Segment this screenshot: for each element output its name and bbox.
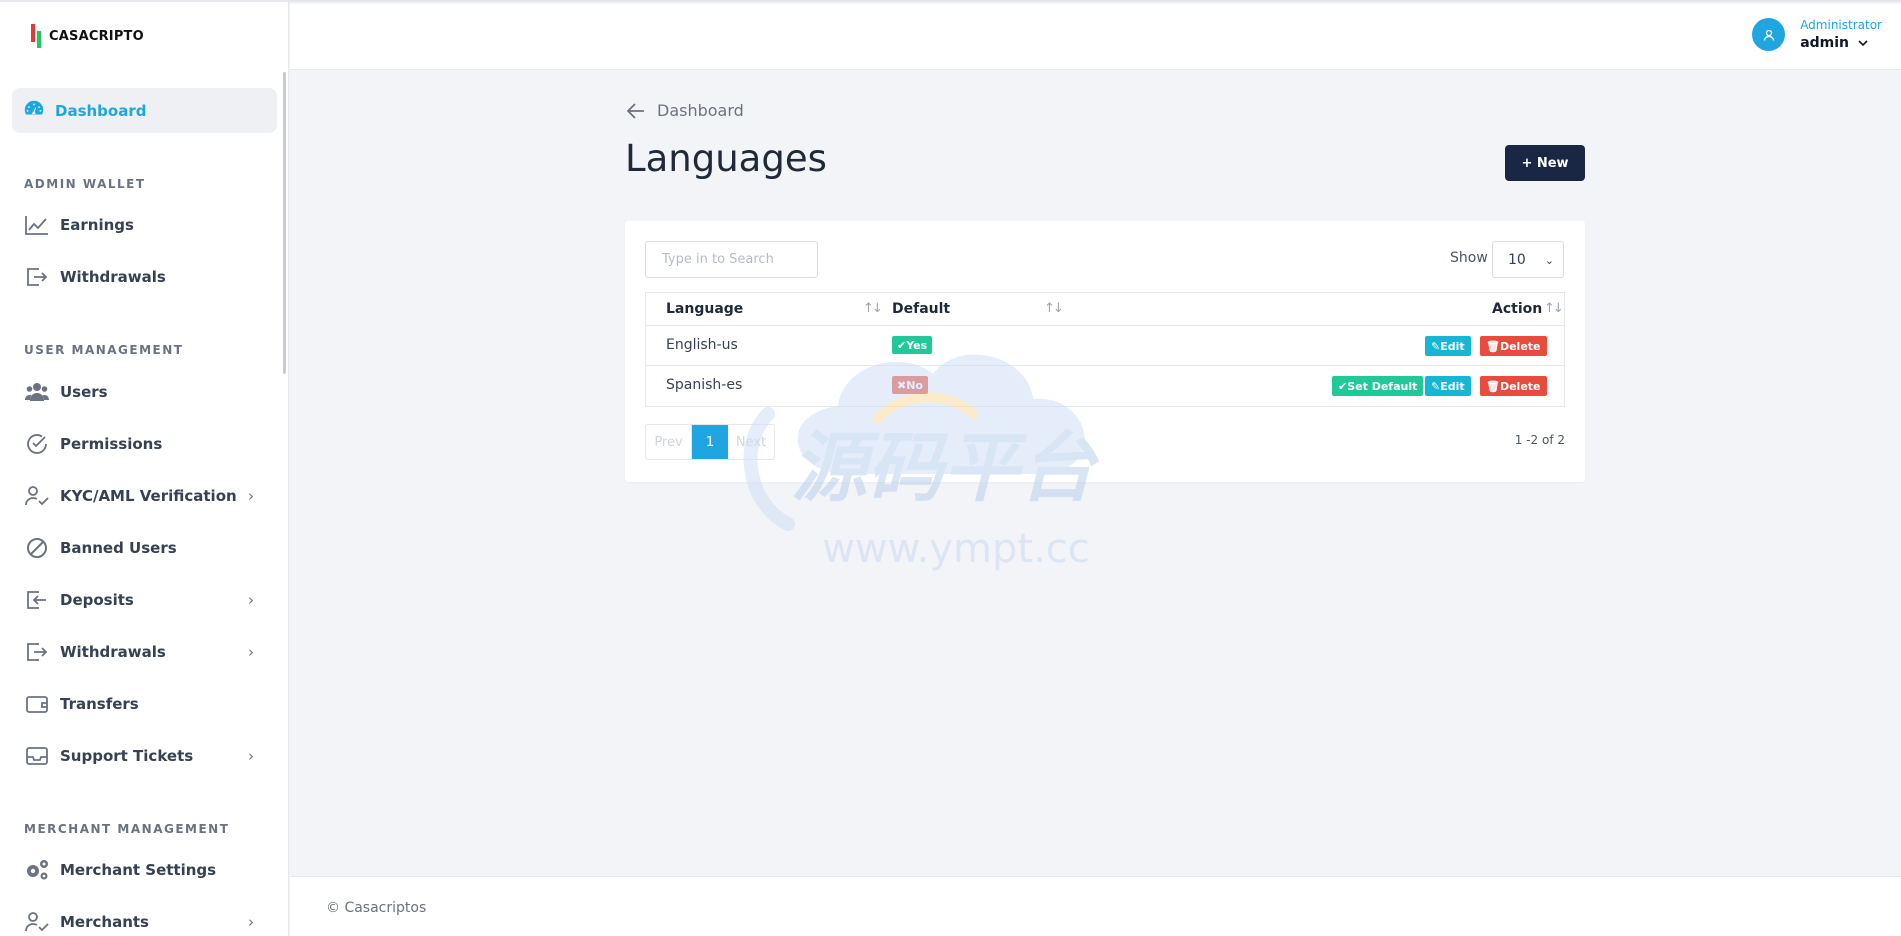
sidebar-item-withdrawals[interactable]: Withdrawals xyxy=(24,264,254,290)
pagination: Prev 1 Next xyxy=(645,424,775,460)
user-menu[interactable]: Administrator admin xyxy=(1752,18,1882,51)
trash-icon: 🗑 xyxy=(1486,379,1500,393)
trash-icon: 🗑 xyxy=(1486,339,1500,353)
user-check-icon xyxy=(24,910,50,934)
sidebar-item-users[interactable]: Users xyxy=(24,379,254,405)
sidebar-item-support-tickets[interactable]: Support Tickets › xyxy=(24,743,254,769)
sidebar-item-merchants[interactable]: Merchants › xyxy=(24,909,254,935)
sort-icon[interactable]: ↑↓ xyxy=(1544,301,1564,316)
watermark-url-text: www.ympt.cc xyxy=(822,526,1090,572)
deposit-icon xyxy=(24,588,50,612)
col-default[interactable]: Default xyxy=(892,301,950,317)
pencil-icon: ✎ xyxy=(1431,339,1441,353)
languages-table: Language ↑↓ Default ↑↓ Action ↑↓ English… xyxy=(645,292,1565,407)
chevron-right-icon: › xyxy=(248,747,254,765)
exit-icon xyxy=(24,265,50,289)
sidebar-item-banned-users[interactable]: Banned Users xyxy=(24,535,254,561)
gears-icon xyxy=(24,858,50,882)
arrow-left-icon xyxy=(627,102,644,119)
sidebar-item-earnings[interactable]: Earnings xyxy=(24,212,254,238)
top-border xyxy=(0,0,1901,4)
sidebar-item-deposits[interactable]: Deposits › xyxy=(24,587,254,613)
edit-button[interactable]: ✎ Edit xyxy=(1425,336,1471,356)
footer: © Casacriptos xyxy=(290,876,1901,936)
chevron-right-icon: › xyxy=(248,487,254,505)
section-merchant-management: MERCHANT MANAGEMENT xyxy=(24,822,230,836)
table-row: English-us ✔ Yes ✎ Edit 🗑 Delete xyxy=(646,326,1564,366)
delete-button[interactable]: 🗑 Delete xyxy=(1480,376,1547,396)
page-1-button[interactable]: 1 xyxy=(692,425,728,459)
users-icon xyxy=(24,380,50,404)
delete-button[interactable]: 🗑 Delete xyxy=(1480,336,1547,356)
avatar[interactable] xyxy=(1752,18,1786,51)
sort-icon[interactable]: ↑↓ xyxy=(1044,301,1064,316)
chevron-right-icon: › xyxy=(248,591,254,609)
table-row: Spanish-es ✖ No ✔ Set Default ✎ Edit 🗑 Delet… xyxy=(646,366,1564,406)
user-check-icon xyxy=(24,484,50,508)
user-name[interactable]: admin xyxy=(1800,35,1882,51)
chevron-down-icon xyxy=(1858,40,1868,47)
table-header: Language ↑↓ Default ↑↓ Action ↑↓ xyxy=(646,293,1564,326)
wallet-icon xyxy=(24,692,50,716)
sidebar-scrollbar[interactable] xyxy=(283,72,286,374)
brand-logo[interactable]: CASACRIPTO xyxy=(29,24,144,48)
x-icon: ✖ xyxy=(897,378,907,392)
logo-icon xyxy=(29,24,44,48)
show-label: Show xyxy=(1450,250,1488,266)
page-size-select[interactable]: 10 ⌄ xyxy=(1492,241,1564,278)
sidebar-item-label: Dashboard xyxy=(55,101,147,120)
next-page-button[interactable]: Next xyxy=(728,425,774,459)
section-admin-wallet: ADMIN WALLET xyxy=(24,177,146,191)
chart-line-icon xyxy=(24,213,50,237)
status-badge: ✔ Yes xyxy=(892,336,933,354)
cell-language: Spanish-es xyxy=(666,377,743,393)
brand-name: CASACRIPTO xyxy=(49,28,144,44)
check-icon: ✔ xyxy=(897,338,907,352)
sidebar-item-withdrawals-menu[interactable]: Withdrawals › xyxy=(24,639,254,665)
chevron-right-icon: › xyxy=(248,643,254,661)
prev-page-button[interactable]: Prev xyxy=(646,425,692,459)
edit-button[interactable]: ✎ Edit xyxy=(1425,376,1471,396)
ban-icon xyxy=(24,536,50,560)
page-title: Languages xyxy=(625,137,827,180)
pencil-icon: ✎ xyxy=(1431,379,1441,393)
check-circle-icon xyxy=(24,432,50,456)
new-button[interactable]: + New xyxy=(1505,145,1585,181)
set-default-button[interactable]: ✔ Set Default xyxy=(1332,376,1424,396)
col-language[interactable]: Language xyxy=(666,301,743,317)
languages-card: Show 10 ⌄ Language ↑↓ Default ↑↓ Action … xyxy=(625,221,1585,482)
user-role: Administrator xyxy=(1800,18,1882,32)
cell-language: English-us xyxy=(666,337,738,353)
sidebar-item-permissions[interactable]: Permissions xyxy=(24,431,254,457)
dashboard-gauge-icon xyxy=(23,98,45,124)
sidebar-item-kyc[interactable]: KYC/AML Verification › xyxy=(24,483,254,509)
search-input[interactable] xyxy=(645,241,818,278)
inbox-icon xyxy=(24,744,50,768)
sidebar-item-transfers[interactable]: Transfers xyxy=(24,691,254,717)
sort-icon[interactable]: ↑↓ xyxy=(863,301,883,316)
exit-icon xyxy=(24,640,50,664)
back-link[interactable]: Dashboard xyxy=(627,101,744,120)
top-header: Administrator admin xyxy=(290,4,1901,70)
sidebar-item-merchant-settings[interactable]: Merchant Settings xyxy=(24,857,254,883)
sidebar: CASACRIPTO Dashboard ADMIN WALLET Earnin… xyxy=(0,0,289,936)
chevron-down-icon: ⌄ xyxy=(1544,254,1554,267)
check-icon: ✔ xyxy=(1338,379,1348,393)
results-count: 1 -2 of 2 xyxy=(1514,433,1565,447)
chevron-right-icon: › xyxy=(248,913,254,931)
back-label: Dashboard xyxy=(657,101,744,120)
section-user-management: USER MANAGEMENT xyxy=(24,343,184,357)
status-badge: ✖ No xyxy=(892,376,928,394)
sidebar-item-dashboard[interactable]: Dashboard xyxy=(12,88,277,133)
copyright-text: © Casacriptos xyxy=(326,900,427,916)
col-action: Action xyxy=(1492,301,1543,317)
